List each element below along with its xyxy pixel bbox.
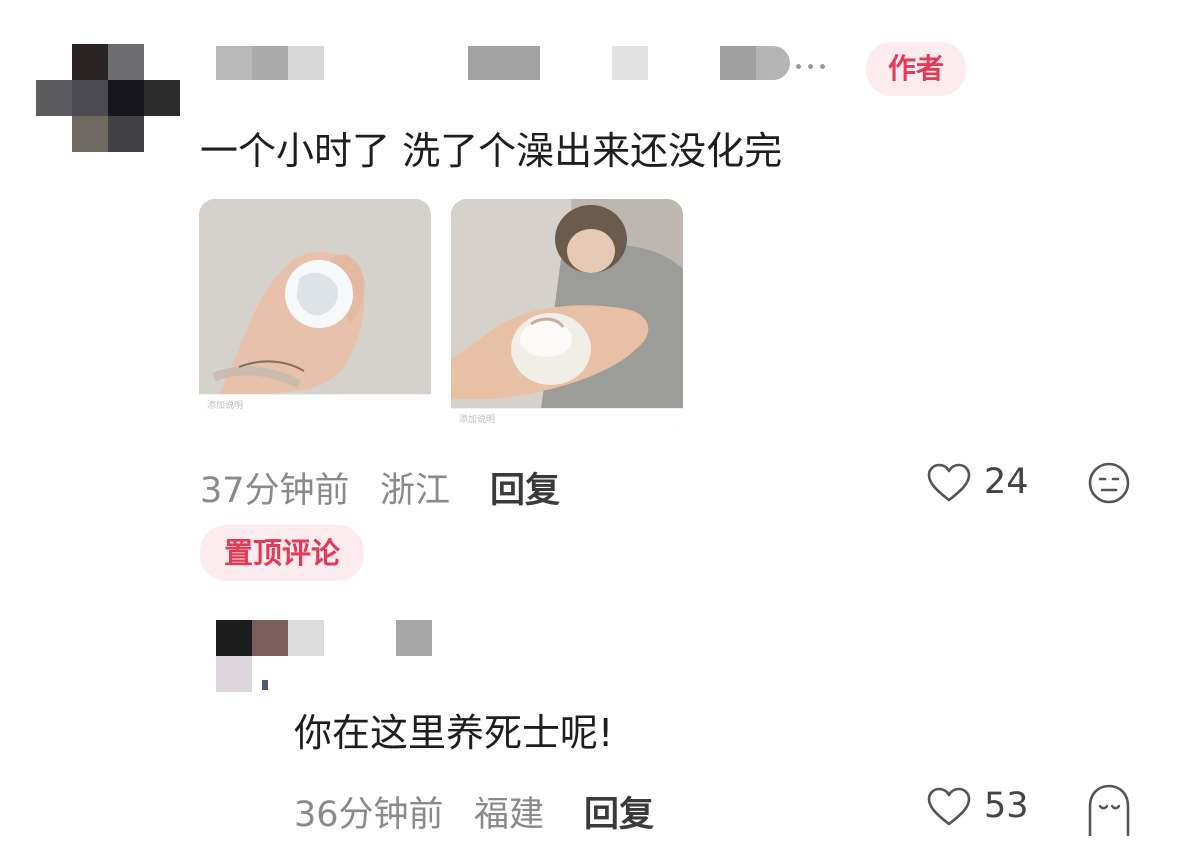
reply-text[interactable]: 你在这里养死士呢! xyxy=(294,702,613,757)
comment-image-1[interactable]: 添加说明 xyxy=(199,199,431,431)
react-button[interactable] xyxy=(1086,460,1132,506)
image-caption: 添加说明 xyxy=(459,415,496,425)
ice-ball-hand-photo xyxy=(199,199,431,395)
reply-like-button[interactable] xyxy=(926,786,972,828)
comment-time: 37分钟前 xyxy=(200,471,350,511)
image-caption: 添加说明 xyxy=(207,401,244,411)
heart-outline-icon xyxy=(927,787,971,826)
reply-react-button[interactable] xyxy=(1086,782,1132,838)
reply-button[interactable]: 回复 xyxy=(490,462,560,513)
reply-reply-button[interactable]: 回复 xyxy=(584,786,654,837)
heart-outline-icon xyxy=(927,463,971,502)
comment-image-2[interactable]: 添加说明 xyxy=(451,199,683,431)
comment-text[interactable]: 一个小时了 洗了个澡出来还没化完 xyxy=(200,120,782,175)
author-badge: 作者 xyxy=(866,42,966,96)
reply-like-count: 53 xyxy=(984,786,1029,826)
like-button[interactable] xyxy=(926,462,972,504)
person-ice-ball-photo xyxy=(451,199,683,409)
pinned-comment-badge: 置顶评论 xyxy=(200,525,364,581)
reply-time: 36分钟前 xyxy=(294,795,444,835)
comment-location: 浙江 xyxy=(380,471,451,511)
ghost-face-icon xyxy=(1088,784,1130,836)
reply-location: 福建 xyxy=(474,795,545,835)
emoji-face-icon xyxy=(1088,462,1130,504)
like-count: 24 xyxy=(984,462,1029,502)
